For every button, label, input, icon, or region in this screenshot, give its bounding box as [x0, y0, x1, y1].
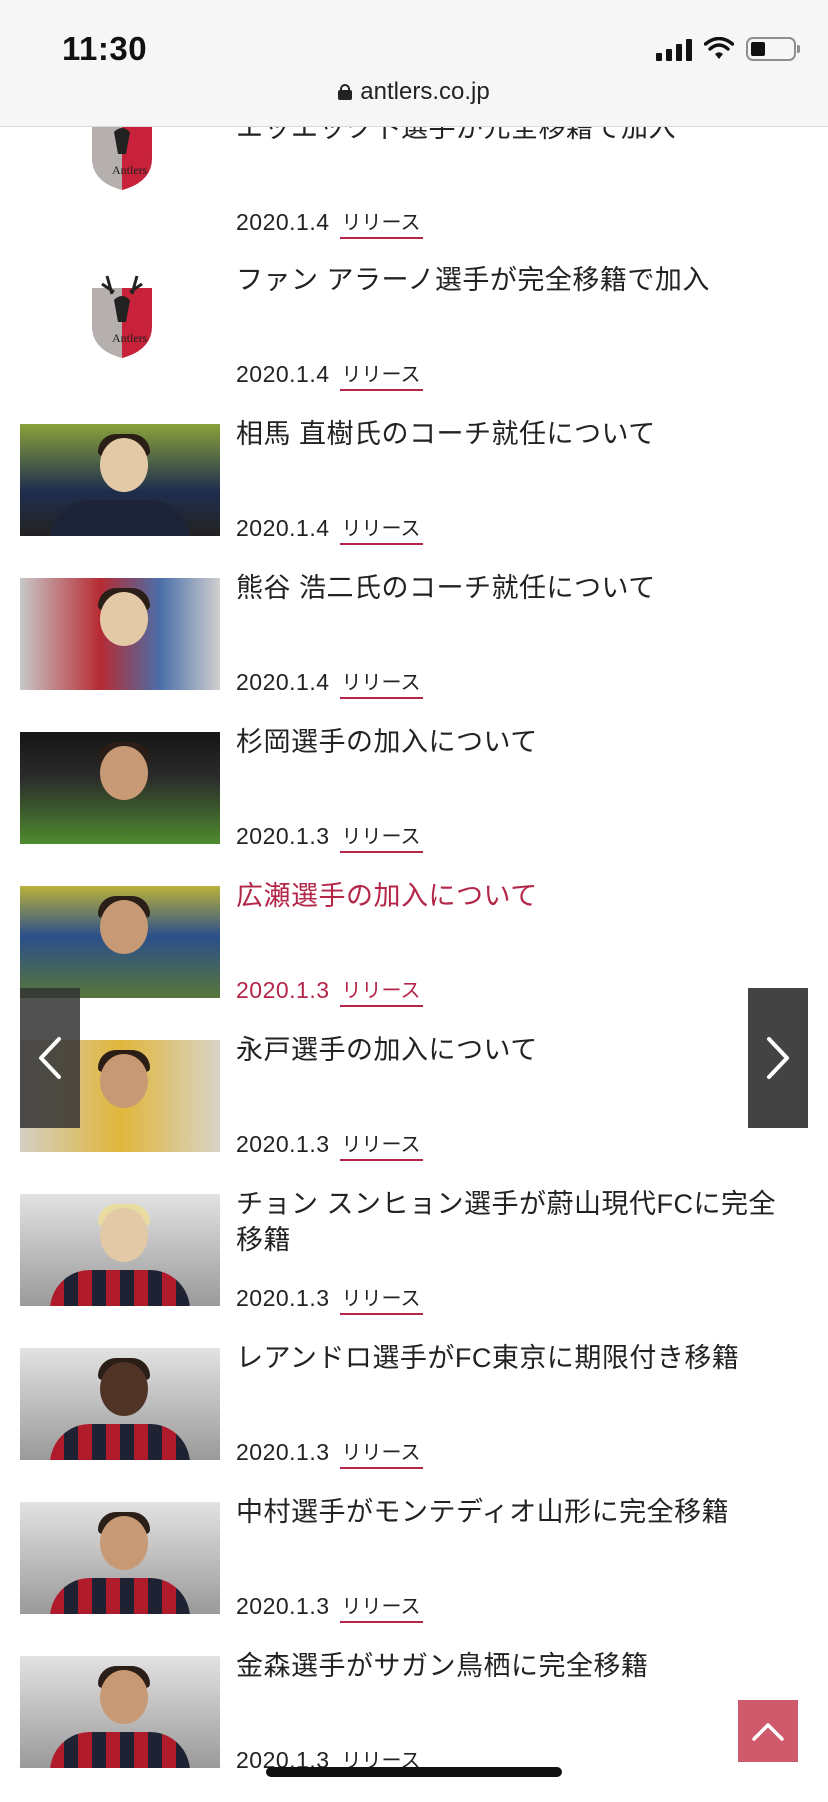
news-date: 2020.1.3 [236, 1592, 330, 1619]
news-date: 2020.1.4 [236, 514, 330, 541]
news-meta: 2020.1.4 リリース [236, 666, 423, 699]
thumb-figure-face [100, 1516, 148, 1570]
svg-text:Antlers: Antlers [112, 331, 148, 345]
news-title[interactable]: 金森選手がサガン鳥栖に完全移籍 [236, 1648, 796, 1684]
news-item[interactable]: 杉岡選手の加入について 2020.1.3 リリース [0, 724, 828, 878]
status-time: 11:30 [62, 30, 148, 67]
news-meta: 2020.1.3 リリース [236, 974, 423, 1007]
antlers-logo-icon: Antlers [92, 275, 152, 358]
battery-icon [746, 37, 800, 61]
news-date: 2020.1.4 [236, 360, 330, 387]
thumb-figure-face [100, 746, 148, 800]
news-category-tag[interactable]: リリース [339, 512, 423, 545]
url-text: antlers.co.jp [360, 78, 490, 105]
thumb-figure-shirt [50, 1578, 190, 1614]
chevron-right-icon [767, 1037, 789, 1079]
news-thumbnail [20, 732, 220, 844]
news-item[interactable]: 永戸選手の加入について 2020.1.3 リリース [0, 1032, 828, 1186]
news-title[interactable]: チョン スンヒョン選手が蔚山現代FCに完全移籍 [236, 1186, 796, 1258]
news-date: 2020.1.3 [236, 822, 330, 849]
url-bar[interactable]: antlers.co.jp [0, 78, 828, 106]
news-title[interactable]: 中村選手がモンテディオ山形に完全移籍 [236, 1494, 796, 1530]
news-thumbnail [20, 1502, 220, 1614]
browser-top-bar: 11:30 antlers.co.jp [0, 0, 828, 127]
news-meta: 2020.1.4 リリース [236, 358, 423, 391]
news-title[interactable]: 熊谷 浩二氏のコーチ就任について [236, 570, 796, 606]
thumb-figure-shirt [50, 1732, 190, 1768]
news-category-tag[interactable]: リリース [339, 1436, 423, 1469]
news-title[interactable]: ファン アラーノ選手が完全移籍で加入 [236, 262, 796, 298]
news-title[interactable]: レアンドロ選手がFC東京に期限付き移籍 [236, 1340, 796, 1376]
thumb-figure-face [100, 1670, 148, 1724]
news-category-tag[interactable]: リリース [339, 1282, 423, 1315]
news-thumbnail [20, 886, 220, 998]
thumb-figure-face [100, 438, 148, 492]
wifi-icon [704, 37, 734, 59]
thumb-figure-shirt [50, 500, 190, 536]
news-category-tag[interactable]: リリース [339, 358, 423, 391]
news-thumbnail [20, 424, 220, 536]
thumb-figure-shirt [50, 1424, 190, 1460]
news-title[interactable]: 杉岡選手の加入について [236, 724, 796, 760]
chevron-up-icon [752, 1723, 784, 1741]
news-date: 2020.1.3 [236, 1284, 330, 1311]
thumb-figure-face [100, 900, 148, 954]
news-thumbnail [20, 1348, 220, 1460]
next-button[interactable] [748, 988, 808, 1128]
news-thumbnail [20, 578, 220, 690]
news-title[interactable]: 相馬 直樹氏のコーチ就任について [236, 416, 796, 452]
news-category-tag[interactable]: リリース [339, 666, 423, 699]
news-item[interactable]: チョン スンヒョン選手が蔚山現代FCに完全移籍 2020.1.3 リリース [0, 1186, 828, 1340]
news-item[interactable]: Antlers ファン アラーノ選手が完全移籍で加入 2020.1.4 リリース [0, 262, 828, 416]
thumb-figure-face [100, 592, 148, 646]
news-item-active[interactable]: 広瀬選手の加入について 2020.1.3 リリース [0, 878, 828, 1032]
news-category-tag[interactable]: リリース [339, 1128, 423, 1161]
news-title[interactable]: 広瀬選手の加入について [236, 878, 796, 914]
news-date: 2020.1.3 [236, 976, 330, 1003]
news-category-tag[interactable]: リリース [339, 974, 423, 1007]
news-meta: 2020.1.3 リリース [236, 1590, 423, 1623]
thumb-figure-face [100, 1362, 148, 1416]
back-to-top-button[interactable] [738, 1700, 798, 1762]
news-meta: 2020.1.4 リリース [236, 512, 423, 545]
news-date: 2020.1.3 [236, 1130, 330, 1157]
news-date: 2020.1.4 [236, 668, 330, 695]
cellular-signal-icon [656, 37, 692, 61]
news-meta: 2020.1.3 リリース [236, 1436, 423, 1469]
news-category-tag[interactable]: リリース [339, 1590, 423, 1623]
thumb-figure-face [100, 1054, 148, 1108]
news-date: 2020.1.4 [236, 208, 330, 235]
news-title[interactable]: 永戸選手の加入について [236, 1032, 796, 1068]
news-meta: 2020.1.4 リリース [236, 206, 423, 239]
svg-text:Antlers: Antlers [112, 163, 148, 177]
news-item[interactable]: 金森選手がサガン鳥栖に完全移籍 2020.1.3 リリース [0, 1648, 828, 1802]
news-item[interactable]: 相馬 直樹氏のコーチ就任について 2020.1.4 リリース [0, 416, 828, 570]
news-category-tag[interactable]: リリース [339, 820, 423, 853]
club-logo-thumbnail: Antlers [20, 270, 220, 382]
news-meta: 2020.1.3 リリース [236, 1282, 423, 1315]
news-item[interactable]: レアンドロ選手がFC東京に期限付き移籍 2020.1.3 リリース [0, 1340, 828, 1494]
news-thumbnail [20, 1194, 220, 1306]
news-item[interactable]: 中村選手がモンテディオ山形に完全移籍 2020.1.3 リリース [0, 1494, 828, 1648]
previous-button[interactable] [20, 988, 80, 1128]
thumb-figure-shirt [50, 1270, 190, 1306]
lock-icon [338, 84, 353, 100]
news-date: 2020.1.3 [236, 1438, 330, 1465]
chevron-left-icon [39, 1037, 61, 1079]
news-thumbnail [20, 1656, 220, 1768]
news-meta: 2020.1.3 リリース [236, 820, 423, 853]
news-category-tag[interactable]: リリース [339, 206, 423, 239]
status-icons [656, 34, 800, 64]
thumb-figure-face [100, 1208, 148, 1262]
news-item[interactable]: 熊谷 浩二氏のコーチ就任について 2020.1.4 リリース [0, 570, 828, 724]
news-meta: 2020.1.3 リリース [236, 1128, 423, 1161]
home-indicator[interactable] [266, 1767, 562, 1777]
